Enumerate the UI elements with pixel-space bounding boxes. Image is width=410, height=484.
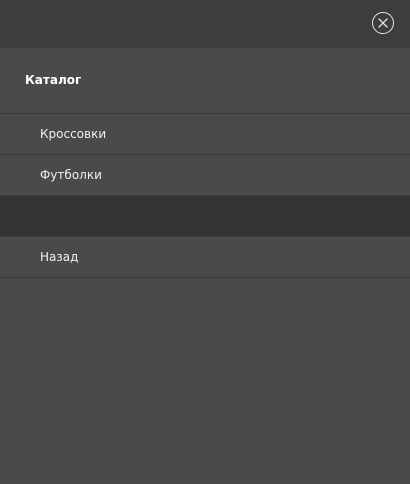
menu-item-label: Футболки	[40, 168, 102, 182]
menu-item-back[interactable]: Назад	[0, 236, 410, 278]
close-button[interactable]	[372, 12, 394, 34]
menu-item-highlighted[interactable]	[0, 195, 410, 236]
menu-item-label: Кроссовки	[40, 127, 107, 141]
menu-item-label: Назад	[40, 250, 79, 264]
catalog-menu-panel: Каталог Кроссовки Футболки Назад	[0, 0, 410, 484]
menu-top-bar	[0, 0, 410, 48]
menu-list: Кроссовки Футболки Назад	[0, 113, 410, 278]
menu-item-tshirts[interactable]: Футболки	[0, 154, 410, 195]
close-icon	[378, 18, 388, 28]
menu-item-sneakers[interactable]: Кроссовки	[0, 113, 410, 154]
menu-title: Каталог	[25, 73, 82, 87]
